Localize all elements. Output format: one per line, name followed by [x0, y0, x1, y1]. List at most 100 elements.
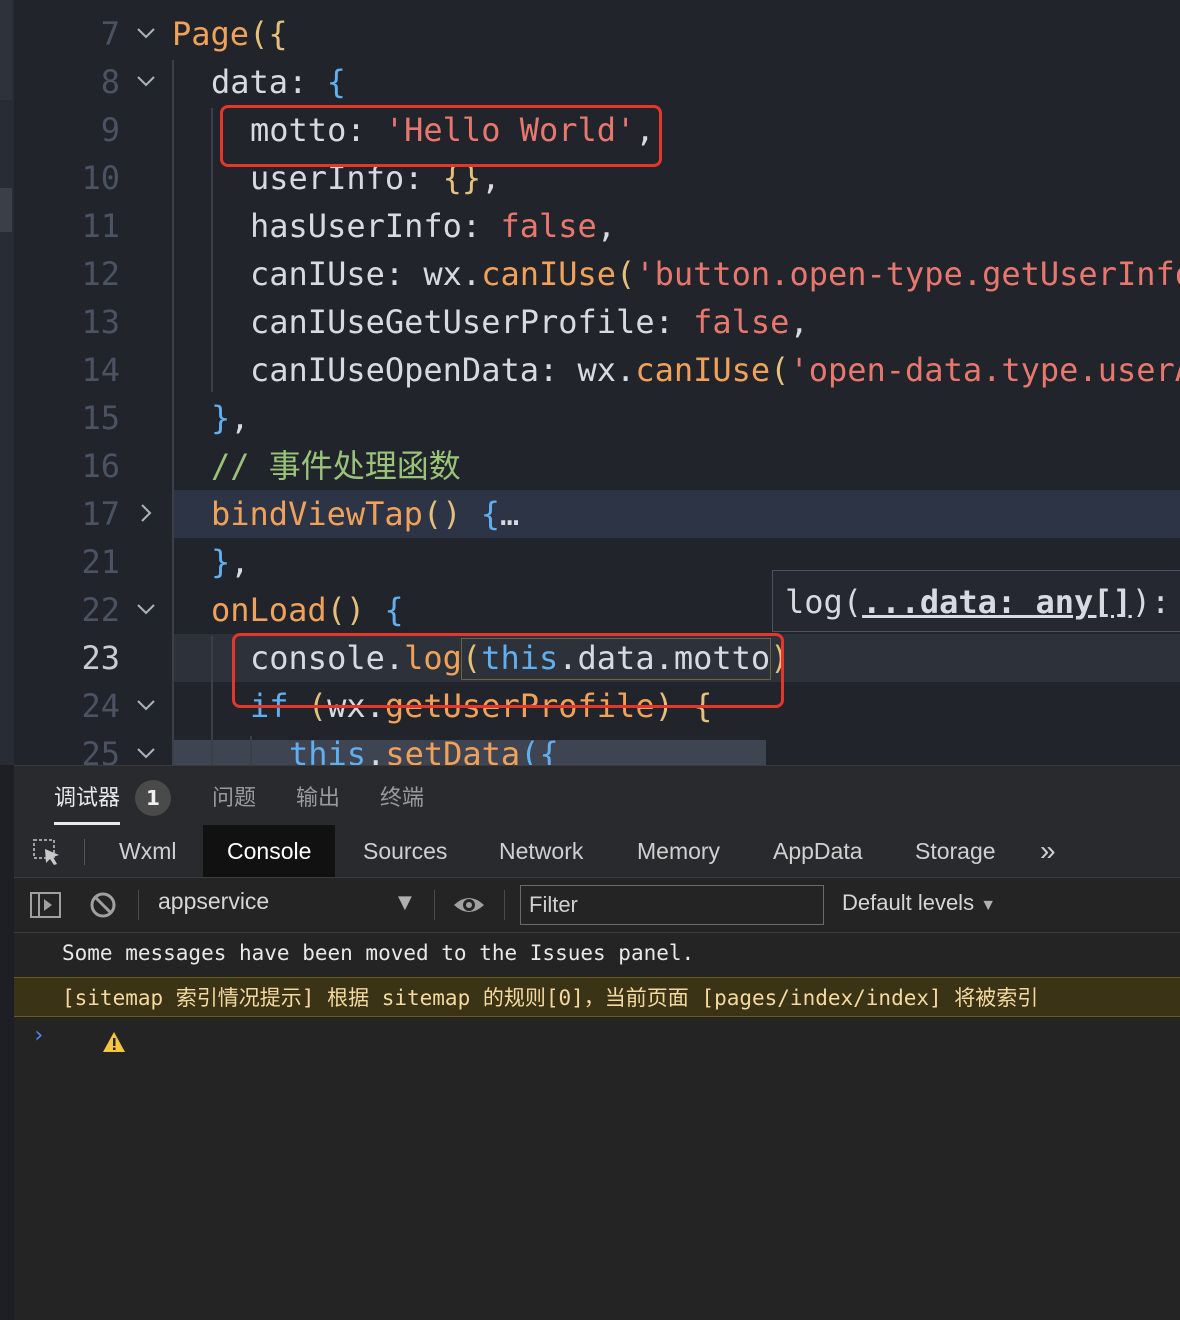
code-line[interactable]: 25 this.setData({: [0, 730, 1180, 765]
code-token: false: [693, 303, 790, 341]
code-token: ,: [230, 399, 250, 437]
console-message-warning: [sitemap 索引情况提示] 根据 sitemap 的规则[0]，当前页面 …: [14, 977, 1180, 1052]
code-token: .: [366, 735, 386, 765]
code-line[interactable]: 8 data: {: [0, 58, 1180, 106]
code-editor[interactable]: 7 Page({8 data: {9 motto: 'Hello World', 10 u…: [0, 0, 1180, 765]
code-token: canIUseOpenData: wx.: [250, 351, 636, 389]
code-token: (): [326, 591, 366, 629]
line-number: 14: [81, 351, 120, 389]
code-token: this: [289, 735, 367, 765]
code-line[interactable]: 17 bindViewTap() {…: [0, 490, 1180, 538]
code-token: (: [770, 351, 790, 389]
toolbar-divider: [138, 890, 139, 920]
code-token: setData: [385, 735, 521, 765]
code-text: },: [211, 394, 250, 442]
code-token: (): [422, 495, 462, 533]
console-prompt-icon[interactable]: ›: [32, 1023, 45, 1048]
line-number: 17: [81, 495, 120, 533]
console-message-info: Some messages have been moved to the Iss…: [14, 933, 1180, 1009]
line-number: 25: [81, 735, 120, 765]
code-token: …: [499, 495, 520, 533]
inspect-element-icon[interactable]: [32, 838, 62, 870]
fold-chevron-down-icon[interactable]: [133, 10, 159, 58]
fold-chevron-down-icon[interactable]: [133, 682, 159, 730]
line-number: 13: [81, 303, 120, 341]
devtools-tab-network[interactable]: Network: [475, 825, 607, 877]
code-text: this.setData({: [289, 730, 559, 765]
code-token: {: [384, 591, 404, 629]
panel-tabs: 调试器 1 问题 输出 终端: [14, 765, 1180, 826]
code-token: hasUserInfo:: [250, 207, 501, 245]
code-token: ,: [596, 207, 617, 245]
log-levels-dropdown[interactable]: Default levels ▼: [842, 890, 996, 916]
fold-chevron-right-icon[interactable]: [133, 490, 159, 538]
tab-terminal[interactable]: 终端: [380, 780, 424, 812]
code-text: // 事件处理函数: [211, 442, 461, 490]
code-text: canIUse: wx.canIUse('button.open-type.ge…: [250, 250, 1180, 298]
toolbar-divider: [434, 890, 435, 920]
debugger-count-badge: 1: [135, 780, 171, 816]
code-token: }: [211, 543, 231, 581]
toolbar-divider: [504, 890, 505, 920]
devtools-tab-storage[interactable]: Storage: [891, 825, 1020, 877]
code-line[interactable]: 15},: [0, 394, 1180, 442]
toolbar-divider: [84, 839, 85, 865]
code-text: canIUseOpenData: wx.canIUse('open-data.t…: [250, 346, 1180, 394]
devtools-tab-console[interactable]: Console: [203, 825, 336, 877]
code-line[interactable]: 16 // 事件处理函数: [0, 442, 1180, 490]
code-line[interactable]: 7 Page({: [0, 10, 1180, 58]
code-token: {: [480, 495, 500, 533]
fold-chevron-down-icon[interactable]: [133, 730, 159, 765]
devtools-tab-sources[interactable]: Sources: [339, 825, 471, 877]
eye-icon[interactable]: [452, 891, 486, 923]
code-text: Page({: [172, 10, 288, 58]
sidebar-toggle-icon[interactable]: [30, 891, 62, 923]
code-token: 'button.open-type.getUserInfo'): [635, 255, 1180, 293]
chevron-down-icon[interactable]: ▼: [398, 892, 412, 913]
code-text: canIUseGetUserProfile: false,: [250, 298, 809, 346]
code-text: data: {: [211, 58, 346, 106]
devtools-tab-appdata[interactable]: AppData: [749, 825, 887, 877]
context-selector[interactable]: appservice: [158, 888, 269, 915]
devtools-tab-wxml[interactable]: Wxml: [95, 825, 200, 877]
fold-chevron-down-icon[interactable]: [133, 586, 159, 634]
code-line[interactable]: 13 canIUseGetUserProfile: false,: [0, 298, 1180, 346]
code-text: hasUserInfo: false,: [250, 202, 616, 250]
code-token: // 事件处理函数: [211, 447, 461, 485]
clear-console-icon[interactable]: [89, 891, 117, 923]
code-token: }: [211, 399, 231, 437]
code-token: bindViewTap: [211, 495, 423, 533]
code-token: ,: [789, 303, 809, 341]
code-token: (: [616, 255, 636, 293]
devtools-tabs: Wxml Console Sources Network Memory AppD…: [14, 825, 1180, 878]
code-line[interactable]: 11 hasUserInfo: false,: [0, 202, 1180, 250]
code-token: onLoad: [211, 591, 327, 629]
line-number: 11: [81, 207, 120, 245]
devtools-tab-memory[interactable]: Memory: [613, 825, 744, 877]
code-token: ({: [520, 735, 559, 765]
line-number: 7: [100, 15, 120, 53]
tab-problems[interactable]: 问题: [212, 780, 256, 812]
fold-chevron-down-icon[interactable]: [133, 58, 159, 106]
code-line[interactable]: 14 canIUseOpenData: wx.canIUse('open-data…: [0, 346, 1180, 394]
code-token: canIUse: [635, 351, 771, 389]
filter-input[interactable]: [520, 885, 824, 925]
console-toolbar: appservice ▼ Default levels ▼: [14, 878, 1180, 933]
tab-debugger[interactable]: 调试器: [54, 780, 120, 812]
code-token: Page: [172, 15, 250, 53]
line-number: 10: [81, 159, 120, 197]
more-tabs-icon[interactable]: »: [1016, 825, 1080, 877]
line-number: 22: [81, 591, 120, 629]
code-token: canIUseGetUserProfile:: [250, 303, 694, 341]
line-number: 8: [100, 63, 120, 101]
line-number: 16: [81, 447, 120, 485]
line-number: 24: [81, 687, 120, 725]
tab-output[interactable]: 输出: [296, 780, 340, 812]
annotation-box-motto: [220, 105, 662, 167]
bottom-panel: 调试器 1 问题 输出 终端 Wxml Console Sources Netw…: [14, 765, 1180, 1320]
annotation-box-console-log: [232, 633, 784, 708]
code-line[interactable]: 12 canIUse: wx.canIUse('button.open-type.…: [0, 250, 1180, 298]
code-token: 'open-data.type.userAvatarUrl'): [789, 351, 1180, 389]
